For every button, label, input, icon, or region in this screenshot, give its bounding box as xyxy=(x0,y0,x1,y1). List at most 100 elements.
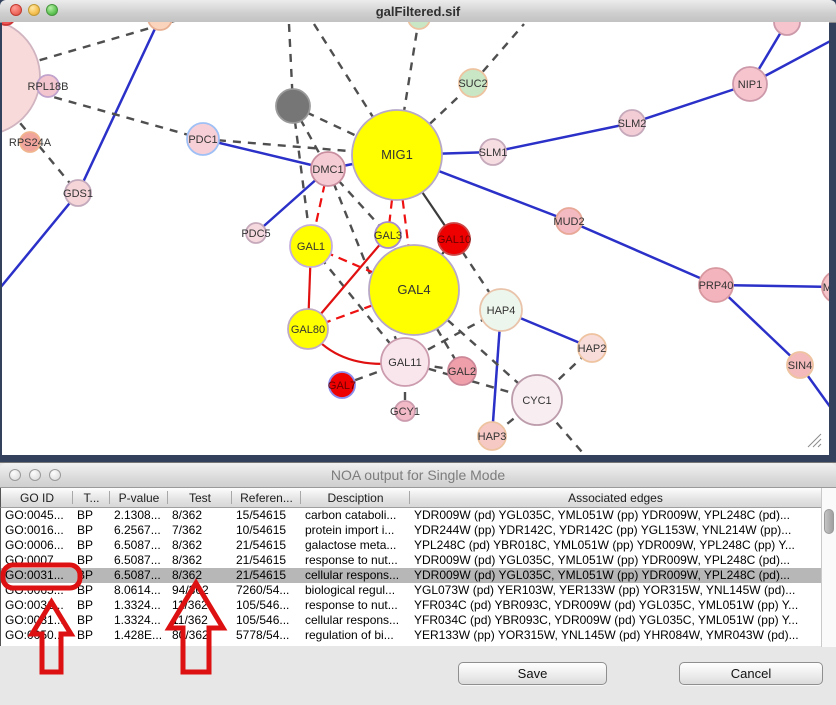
network-node-GAL7[interactable]: GAL7 xyxy=(328,372,356,398)
cell-go: GO:0050... xyxy=(1,628,73,643)
cell-p: 1.3324... xyxy=(110,598,168,613)
network-node-SLM2[interactable]: SLM2 xyxy=(618,110,647,136)
network-node-MUD2[interactable]: MUD2 xyxy=(553,208,584,234)
cell-go: GO:0006... xyxy=(1,538,73,553)
minimize-button[interactable] xyxy=(29,469,41,481)
node-label: CYC1 xyxy=(522,395,551,407)
network-node-NIP1[interactable]: NIP1 xyxy=(733,67,767,101)
minimize-button[interactable] xyxy=(28,4,40,16)
network-node-GAL11[interactable]: GAL11 xyxy=(381,338,429,386)
network-node-HAP4[interactable]: HAP4 xyxy=(480,289,522,331)
network-node-topGreen[interactable] xyxy=(408,22,430,29)
network-node-GAL4[interactable]: GAL4 xyxy=(369,245,459,335)
column-header-reference[interactable]: Referen... xyxy=(232,488,301,507)
column-header-description[interactable]: Desciption xyxy=(301,488,410,507)
network-node-topRpink[interactable] xyxy=(774,22,800,35)
node-label: SLM1 xyxy=(479,147,508,159)
table-row[interactable]: GO:0031...BP1.3324...11/362105/546...cel… xyxy=(1,613,821,628)
network-node-bigleft[interactable] xyxy=(2,22,40,135)
network-node-GAL3[interactable]: GAL3 xyxy=(374,222,402,248)
network-node-MSN5[interactable]: MSN5 xyxy=(822,271,829,303)
table-row-selected[interactable]: GO:0031...BP6.5087...8/36221/54615cellul… xyxy=(1,568,821,583)
cell-go: GO:0007... xyxy=(1,553,73,568)
network-node-GCY1[interactable]: GCY1 xyxy=(390,401,420,421)
table-header: GO ID T... P-value Test Referen... Desci… xyxy=(0,488,821,508)
zoom-button[interactable] xyxy=(46,4,58,16)
traffic-lights xyxy=(10,4,58,16)
table-row[interactable]: GO:0050...BP1.428E...80/3625778/54...reg… xyxy=(1,628,821,643)
cell-test: 8/362 xyxy=(168,553,232,568)
column-header-go-id[interactable]: GO ID xyxy=(1,488,73,507)
node-label: DMC1 xyxy=(312,164,343,176)
resize-grip-icon[interactable] xyxy=(806,432,822,448)
column-header-associated-edges[interactable]: Associated edges xyxy=(410,488,821,507)
cell-test: 94/362 xyxy=(168,583,232,598)
cell-test: 11/362 xyxy=(168,613,232,628)
column-header-test[interactable]: Test xyxy=(168,488,232,507)
network-node-GAL2[interactable]: GAL2 xyxy=(448,357,476,385)
cell-test: 8/362 xyxy=(168,508,232,523)
cell-desc: response to nut... xyxy=(301,553,410,568)
close-button[interactable] xyxy=(9,469,21,481)
network-node-GAL80[interactable]: GAL80 xyxy=(288,309,328,349)
table-row[interactable]: GO:0006...BP6.5087...8/36221/54615galact… xyxy=(1,538,821,553)
network-node-HAP2[interactable]: HAP2 xyxy=(578,334,607,362)
network-node-SUC2[interactable]: SUC2 xyxy=(458,69,487,97)
zoom-button[interactable] xyxy=(49,469,61,481)
network-node-DMC1[interactable]: DMC1 xyxy=(311,152,345,186)
network-graph: RPL18BRPS24AGDS1PDC1DMC1MIG1SUC2SLM1SLM2… xyxy=(2,22,829,455)
noa-window-titlebar[interactable]: NOA output for Single Mode xyxy=(0,463,836,488)
network-node-SLM1[interactable]: SLM1 xyxy=(479,139,508,165)
network-node-topredbit[interactable] xyxy=(2,22,15,25)
scrollbar-thumb[interactable] xyxy=(824,509,834,534)
node-label: GAL3 xyxy=(374,230,402,242)
table-row[interactable]: GO:0007...BP6.5087...8/36221/54615respon… xyxy=(1,553,821,568)
table-row[interactable]: GO:0031...BP1.3324...11/362105/546...res… xyxy=(1,598,821,613)
node-label: GAL7 xyxy=(328,380,356,392)
network-node-GAL10[interactable]: GAL10 xyxy=(437,223,471,255)
network-node-GDS1[interactable]: GDS1 xyxy=(63,180,93,206)
column-header-p-value[interactable]: P-value xyxy=(110,488,168,507)
network-window: galFiltered.sif RPL18BRPS24AGDS1PDC1DMC1… xyxy=(0,0,836,462)
node-label: SUC2 xyxy=(458,78,487,90)
cell-edges: YGL073W (pd) YER103W, YER133W (pp) YOR31… xyxy=(410,583,821,598)
node-label: GDS1 xyxy=(63,188,93,200)
network-node-MIG1[interactable]: MIG1 xyxy=(352,110,442,200)
cell-go: GO:0065... xyxy=(1,583,73,598)
cell-p: 6.5087... xyxy=(110,568,168,583)
cancel-button[interactable]: Cancel xyxy=(679,662,823,685)
cell-go: GO:0031... xyxy=(1,598,73,613)
node-label: SLM2 xyxy=(618,118,647,130)
network-node-HAP3[interactable]: HAP3 xyxy=(478,422,507,450)
node-label: SIN4 xyxy=(788,360,812,372)
network-node-PDC1[interactable]: PDC1 xyxy=(187,123,219,155)
cell-test: 11/362 xyxy=(168,598,232,613)
cell-go: GO:0045... xyxy=(1,508,73,523)
network-node-topPeach[interactable] xyxy=(148,22,172,30)
cell-desc: biological regul... xyxy=(301,583,410,598)
cell-p: 2.1308... xyxy=(110,508,168,523)
cell-desc: cellular respons... xyxy=(301,613,410,628)
network-node-CYC1[interactable]: CYC1 xyxy=(512,375,562,425)
network-node-PRP40[interactable]: PRP40 xyxy=(699,268,734,302)
table-row[interactable]: GO:0065...BP8.0614...94/3627260/54...bio… xyxy=(1,583,821,598)
network-node-RPS24A[interactable]: RPS24A xyxy=(9,132,52,152)
cell-ref: 105/546... xyxy=(232,598,301,613)
edge-SLM1-SLM2 xyxy=(493,123,632,152)
cell-edges: YDR009W (pd) YGL035C, YML051W (pp) YDR00… xyxy=(410,508,821,523)
cell-edges: YDR009W (pd) YGL035C, YML051W (pp) YDR00… xyxy=(410,553,821,568)
network-node-GAL1[interactable]: GAL1 xyxy=(290,225,332,267)
network-node-SIN4[interactable]: SIN4 xyxy=(787,352,813,378)
table-scrollbar[interactable] xyxy=(821,488,836,647)
table-row[interactable]: GO:0016...BP6.2567...7/36210/54615protei… xyxy=(1,523,821,538)
network-window-titlebar[interactable]: galFiltered.sif xyxy=(0,0,836,23)
node-label: PDC1 xyxy=(188,134,217,146)
cell-desc: response to nut... xyxy=(301,598,410,613)
table-row[interactable]: GO:0045...BP2.1308...8/36215/54615carbon… xyxy=(1,508,821,523)
network-canvas[interactable]: RPL18BRPS24AGDS1PDC1DMC1MIG1SUC2SLM1SLM2… xyxy=(2,22,829,455)
close-button[interactable] xyxy=(10,4,22,16)
network-node-graynode[interactable] xyxy=(276,89,310,123)
column-header-type[interactable]: T... xyxy=(73,488,110,507)
network-node-PDC5[interactable]: PDC5 xyxy=(241,223,270,243)
save-button[interactable]: Save xyxy=(458,662,607,685)
